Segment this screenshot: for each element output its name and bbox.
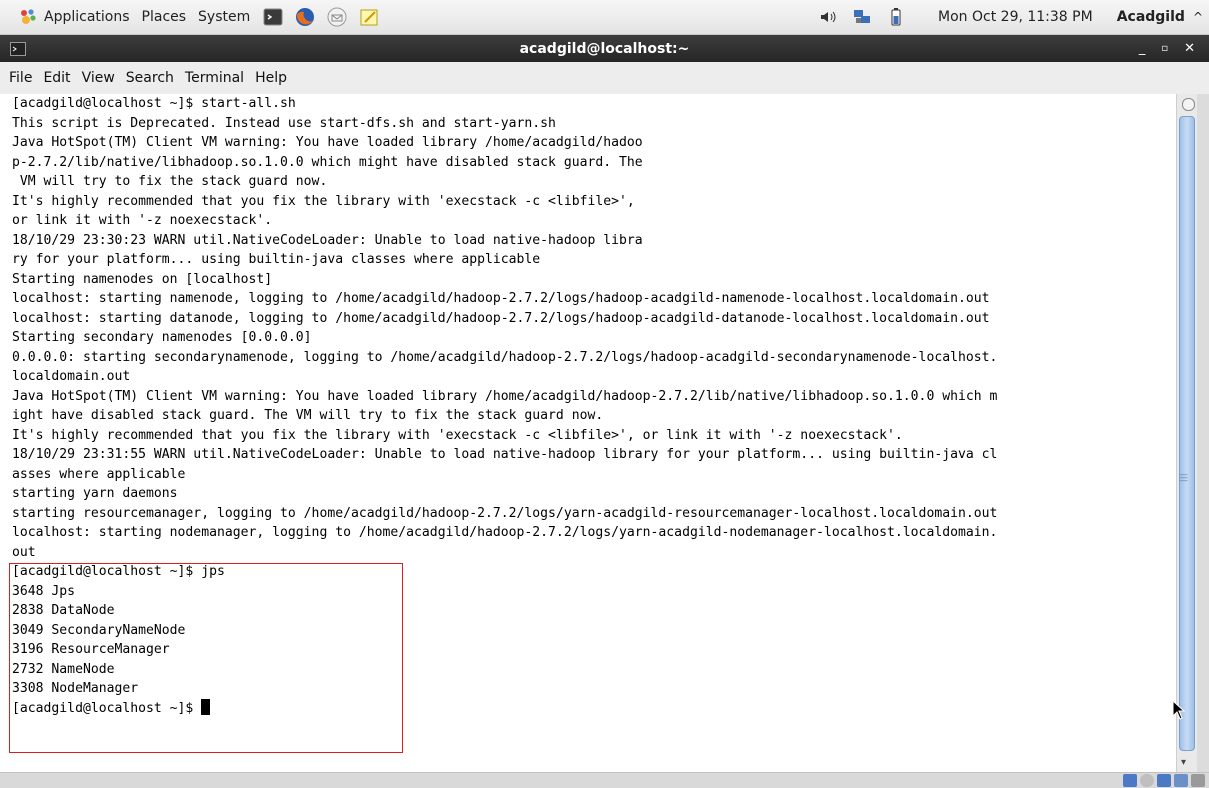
terminal-line: [acadgild@localhost ~]$ jps <box>12 564 225 579</box>
vm-pencil-icon[interactable] <box>1191 774 1205 787</box>
user-menu[interactable]: Acadgild <box>1117 9 1185 25</box>
terminal-line: 3308 NodeManager <box>12 681 139 696</box>
text-cursor <box>201 698 211 715</box>
terminal-prompt-line: [acadgild@localhost ~]$ <box>0 698 1176 719</box>
terminal-line: 2732 NameNode <box>12 661 115 677</box>
volume-icon[interactable] <box>818 7 838 27</box>
top-panel: Applications Places System Mon Oct 29, 1… <box>0 0 1209 35</box>
terminal-line: localhost: starting datanode, logging to… <box>12 310 990 326</box>
panel-menu-applications[interactable]: Applications <box>44 9 130 25</box>
terminal-line: 18/10/29 23:30:23 WARN util.NativeCodeLo… <box>12 232 643 248</box>
panel-menus: Applications Places System <box>0 0 390 34</box>
terminal-line: ry for your platform... using builtin-ja… <box>12 252 541 267</box>
terminal-line: p-2.7.2/lib/native/libhadoop.so.1.0.0 wh… <box>12 154 643 170</box>
terminal-line: 18/10/29 23:31:55 WARN util.NativeCodeLo… <box>12 447 998 462</box>
terminal-line: 2838 DataNode <box>12 603 115 618</box>
menu-search[interactable]: Search <box>126 70 174 86</box>
vm-cd-icon[interactable] <box>1140 774 1154 787</box>
terminal-line: localhost: starting namenode, logging to… <box>12 291 990 306</box>
vm-usb-icon[interactable] <box>1174 774 1188 787</box>
menu-terminal[interactable]: Terminal <box>185 70 244 86</box>
terminal-line: asses where applicable <box>12 466 186 482</box>
firefox-icon[interactable] <box>294 6 316 28</box>
terminal-line: Java HotSpot(TM) Client VM warning: You … <box>12 135 643 150</box>
terminal-output[interactable]: [acadgild@localhost ~]$ start-all.sh This… <box>0 94 1176 772</box>
terminal-line: localhost: starting nodemanager, logging… <box>12 525 998 540</box>
text-editor-icon[interactable] <box>358 6 380 28</box>
scrollbar-grip-icon: — — — <box>1179 470 1188 486</box>
terminal-lines: [acadgild@localhost ~]$ start-all.sh This… <box>0 94 1176 699</box>
battery-icon[interactable] <box>886 7 906 27</box>
vm-network-icon[interactable] <box>1157 774 1171 787</box>
vm-disk-icon[interactable] <box>1123 774 1137 787</box>
terminal-line: This script is Deprecated. Instead use s… <box>12 115 556 131</box>
terminal-line: Java HotSpot(TM) Client VM warning: You … <box>12 388 998 404</box>
terminal-line: [acadgild@localhost ~]$ start-all.sh <box>12 96 296 111</box>
terminal-line: starting resourcemanager, logging to /ho… <box>12 505 998 521</box>
maximize-icon[interactable]: ▫ <box>1161 43 1168 54</box>
window-buttons: _ ▫ ✕ <box>1139 35 1195 62</box>
terminal-line: 3196 ResourceManager <box>12 642 170 657</box>
vm-status-icons <box>1123 774 1205 787</box>
close-icon[interactable]: ✕ <box>1184 41 1195 56</box>
panel-right: Mon Oct 29, 11:38 PM Acadgild ^ <box>818 0 1209 34</box>
bottom-status-strip <box>0 772 1209 788</box>
scroll-down-icon[interactable]: ▾ <box>1181 757 1186 768</box>
chevron-up-icon[interactable]: ^ <box>1193 10 1203 24</box>
scroll-up-icon[interactable] <box>1182 98 1195 111</box>
terminal-line: starting yarn daemons <box>12 486 178 501</box>
window-edge <box>1197 94 1209 772</box>
terminal-prompt: [acadgild@localhost ~]$ <box>12 700 202 716</box>
applications-foot-icon <box>21 9 36 24</box>
clock[interactable]: Mon Oct 29, 11:38 PM <box>938 9 1093 25</box>
terminal-line: or link it with '-z noexecstack'. <box>12 213 273 228</box>
terminal-line: ight have disabled stack guard. The VM w… <box>12 408 604 423</box>
menu-view[interactable]: View <box>82 70 115 86</box>
terminal-line: 0.0.0.0: starting secondarynamenode, log… <box>12 349 998 365</box>
terminal-line: 3648 Jps <box>12 583 76 599</box>
window-title: acadgild@localhost:~ <box>519 40 690 57</box>
terminal-line: Starting secondary namenodes [0.0.0.0] <box>12 330 312 345</box>
terminal-line: Starting namenodes on [localhost] <box>12 271 273 287</box>
panel-menu-system[interactable]: System <box>198 9 250 25</box>
menu-file[interactable]: File <box>9 70 32 86</box>
window-titlebar[interactable]: acadgild@localhost:~ _ ▫ ✕ <box>0 35 1209 62</box>
vertical-scrollbar[interactable]: — — — ▾ <box>1176 94 1198 772</box>
terminal-line: 3049 SecondaryNameNode <box>12 622 186 638</box>
terminal-line: It's highly recommended that you fix the… <box>12 193 635 209</box>
mail-client-icon[interactable] <box>326 6 348 28</box>
scrollbar-thumb[interactable] <box>1179 116 1195 751</box>
terminal-line: out <box>12 544 36 560</box>
menubar: File Edit View Search Terminal Help <box>0 62 1209 95</box>
mouse-pointer-icon <box>1172 700 1186 720</box>
terminal-line: It's highly recommended that you fix the… <box>12 427 903 443</box>
panel-menu-places[interactable]: Places <box>142 9 187 25</box>
terminal-line: localdomain.out <box>12 369 131 384</box>
menu-help[interactable]: Help <box>255 70 287 86</box>
network-icon[interactable] <box>852 7 872 27</box>
terminal-line: VM will try to fix the stack guard now. <box>12 174 328 189</box>
terminal-launcher-icon[interactable] <box>262 6 284 28</box>
minimize-icon[interactable]: _ <box>1139 41 1146 56</box>
menu-edit[interactable]: Edit <box>43 70 70 86</box>
